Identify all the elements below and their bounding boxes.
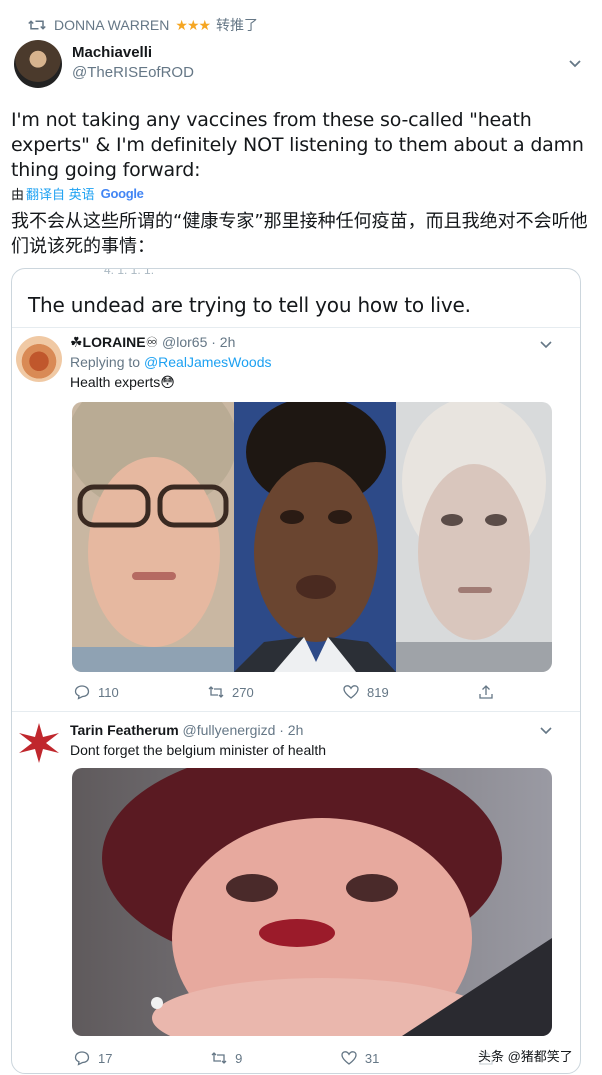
- retweet-indicator[interactable]: DONNA WARREN ★★★ 转推了: [28, 14, 259, 36]
- like-count: 819: [367, 684, 389, 700]
- inner-tweet-time: · 2h: [211, 334, 236, 350]
- author-avatar[interactable]: [14, 40, 62, 88]
- inner-tweet-text: Health experts😳: [70, 374, 175, 390]
- inner-tweet-time: · 2h: [279, 722, 304, 738]
- chevron-down-icon[interactable]: [540, 724, 552, 736]
- embed-title: The undead are trying to tell you how to…: [28, 293, 471, 317]
- translate-link[interactable]: 由 翻译自 英语 Google: [11, 184, 144, 203]
- google-logo: Google: [100, 186, 144, 201]
- inner-tweet-header: ☘LORAINE♾ @lor65 · 2h: [70, 334, 235, 351]
- avatar[interactable]: [16, 336, 62, 382]
- retweet-label: 转推了: [216, 17, 259, 33]
- replying-line: Replying to @RealJamesWoods: [70, 354, 272, 370]
- inner-tweet-name[interactable]: ☘LORAINE: [70, 334, 146, 350]
- tweet-photo[interactable]: [72, 402, 552, 672]
- retweet-button[interactable]: 270: [208, 684, 254, 700]
- chevron-down-icon[interactable]: [540, 338, 552, 350]
- retweet-count: 270: [232, 684, 254, 700]
- heart-icon: [341, 1051, 357, 1065]
- share-icon: [479, 685, 493, 699]
- retweet-icon: [208, 686, 224, 698]
- embedded-image-card[interactable]: 4. 1. 1. 1. The undead are trying to tel…: [11, 268, 581, 1074]
- reply-count: 110: [98, 684, 119, 700]
- inner-tweet-actions: 110 270 819: [74, 684, 494, 700]
- reply-button[interactable]: 110: [74, 684, 119, 700]
- heart-icon: [343, 685, 359, 699]
- embed-cut-text: 4. 1. 1. 1.: [104, 268, 155, 277]
- inner-tweet-header: Tarin Featherum @fullyenergizd · 2h: [70, 722, 303, 738]
- retweeter-name[interactable]: DONNA WARREN: [54, 17, 169, 33]
- reply-count: 17: [98, 1050, 113, 1066]
- star-icons: ★★★: [175, 16, 211, 33]
- chevron-down-icon[interactable]: [568, 56, 582, 70]
- translated-text: 我不会从这些所谓的“健康专家”那里接种任何疫苗，而且我绝对不会听他们说该死的事情…: [11, 211, 588, 257]
- translate-by: 由: [11, 187, 25, 202]
- photo-face-4: [72, 768, 552, 1036]
- author-name[interactable]: Machiavelli: [72, 44, 194, 61]
- inner-tweet-name[interactable]: Tarin Featherum: [70, 722, 179, 738]
- reply-icon: [74, 685, 90, 700]
- inner-tweet-handle[interactable]: @lor65: [162, 334, 207, 350]
- author-handle[interactable]: @TheRISEofROD: [72, 64, 194, 81]
- watermark: 头条 @猪都笑了: [476, 1046, 575, 1065]
- mention-link[interactable]: @RealJamesWoods: [144, 354, 272, 370]
- replying-label: Replying to: [70, 354, 144, 370]
- like-count: 31: [364, 1050, 380, 1066]
- like-button[interactable]: 31: [341, 1050, 379, 1066]
- like-button[interactable]: 819: [343, 684, 389, 700]
- share-button[interactable]: [478, 684, 494, 700]
- inner-tweet-actions: 17 9 31: [74, 1050, 494, 1066]
- tweet-text: I'm not taking any vaccines from these s…: [11, 109, 584, 181]
- photo-face-1: [72, 402, 234, 672]
- retweet-button[interactable]: 9: [211, 1050, 242, 1066]
- translate-from[interactable]: 翻译自 英语: [26, 184, 95, 203]
- retweet-count: 9: [235, 1050, 243, 1066]
- inner-tweet-tarin[interactable]: Tarin Featherum @fullyenergizd · 2h Dont…: [12, 711, 580, 1073]
- inner-tweet-loraine[interactable]: ☘LORAINE♾ @lor65 · 2h Replying to @RealJ…: [12, 327, 580, 711]
- retweet-icon: [28, 20, 46, 30]
- inner-tweet-text: Dont forget the belgium minister of heal…: [70, 742, 327, 758]
- templar-cross-avatar[interactable]: [16, 720, 62, 766]
- reply-icon: [74, 1051, 90, 1066]
- reply-button[interactable]: 17: [74, 1050, 112, 1066]
- inner-tweet-handle[interactable]: @fullyenergizd: [183, 722, 276, 738]
- photo-face-3: [396, 402, 552, 672]
- retweet-icon: [211, 1052, 227, 1064]
- author-block[interactable]: Machiavelli @TheRISEofROD: [72, 44, 194, 81]
- tweet-photo[interactable]: [72, 768, 552, 1036]
- badge-icon: ♾: [145, 334, 159, 350]
- photo-face-2: [234, 402, 396, 672]
